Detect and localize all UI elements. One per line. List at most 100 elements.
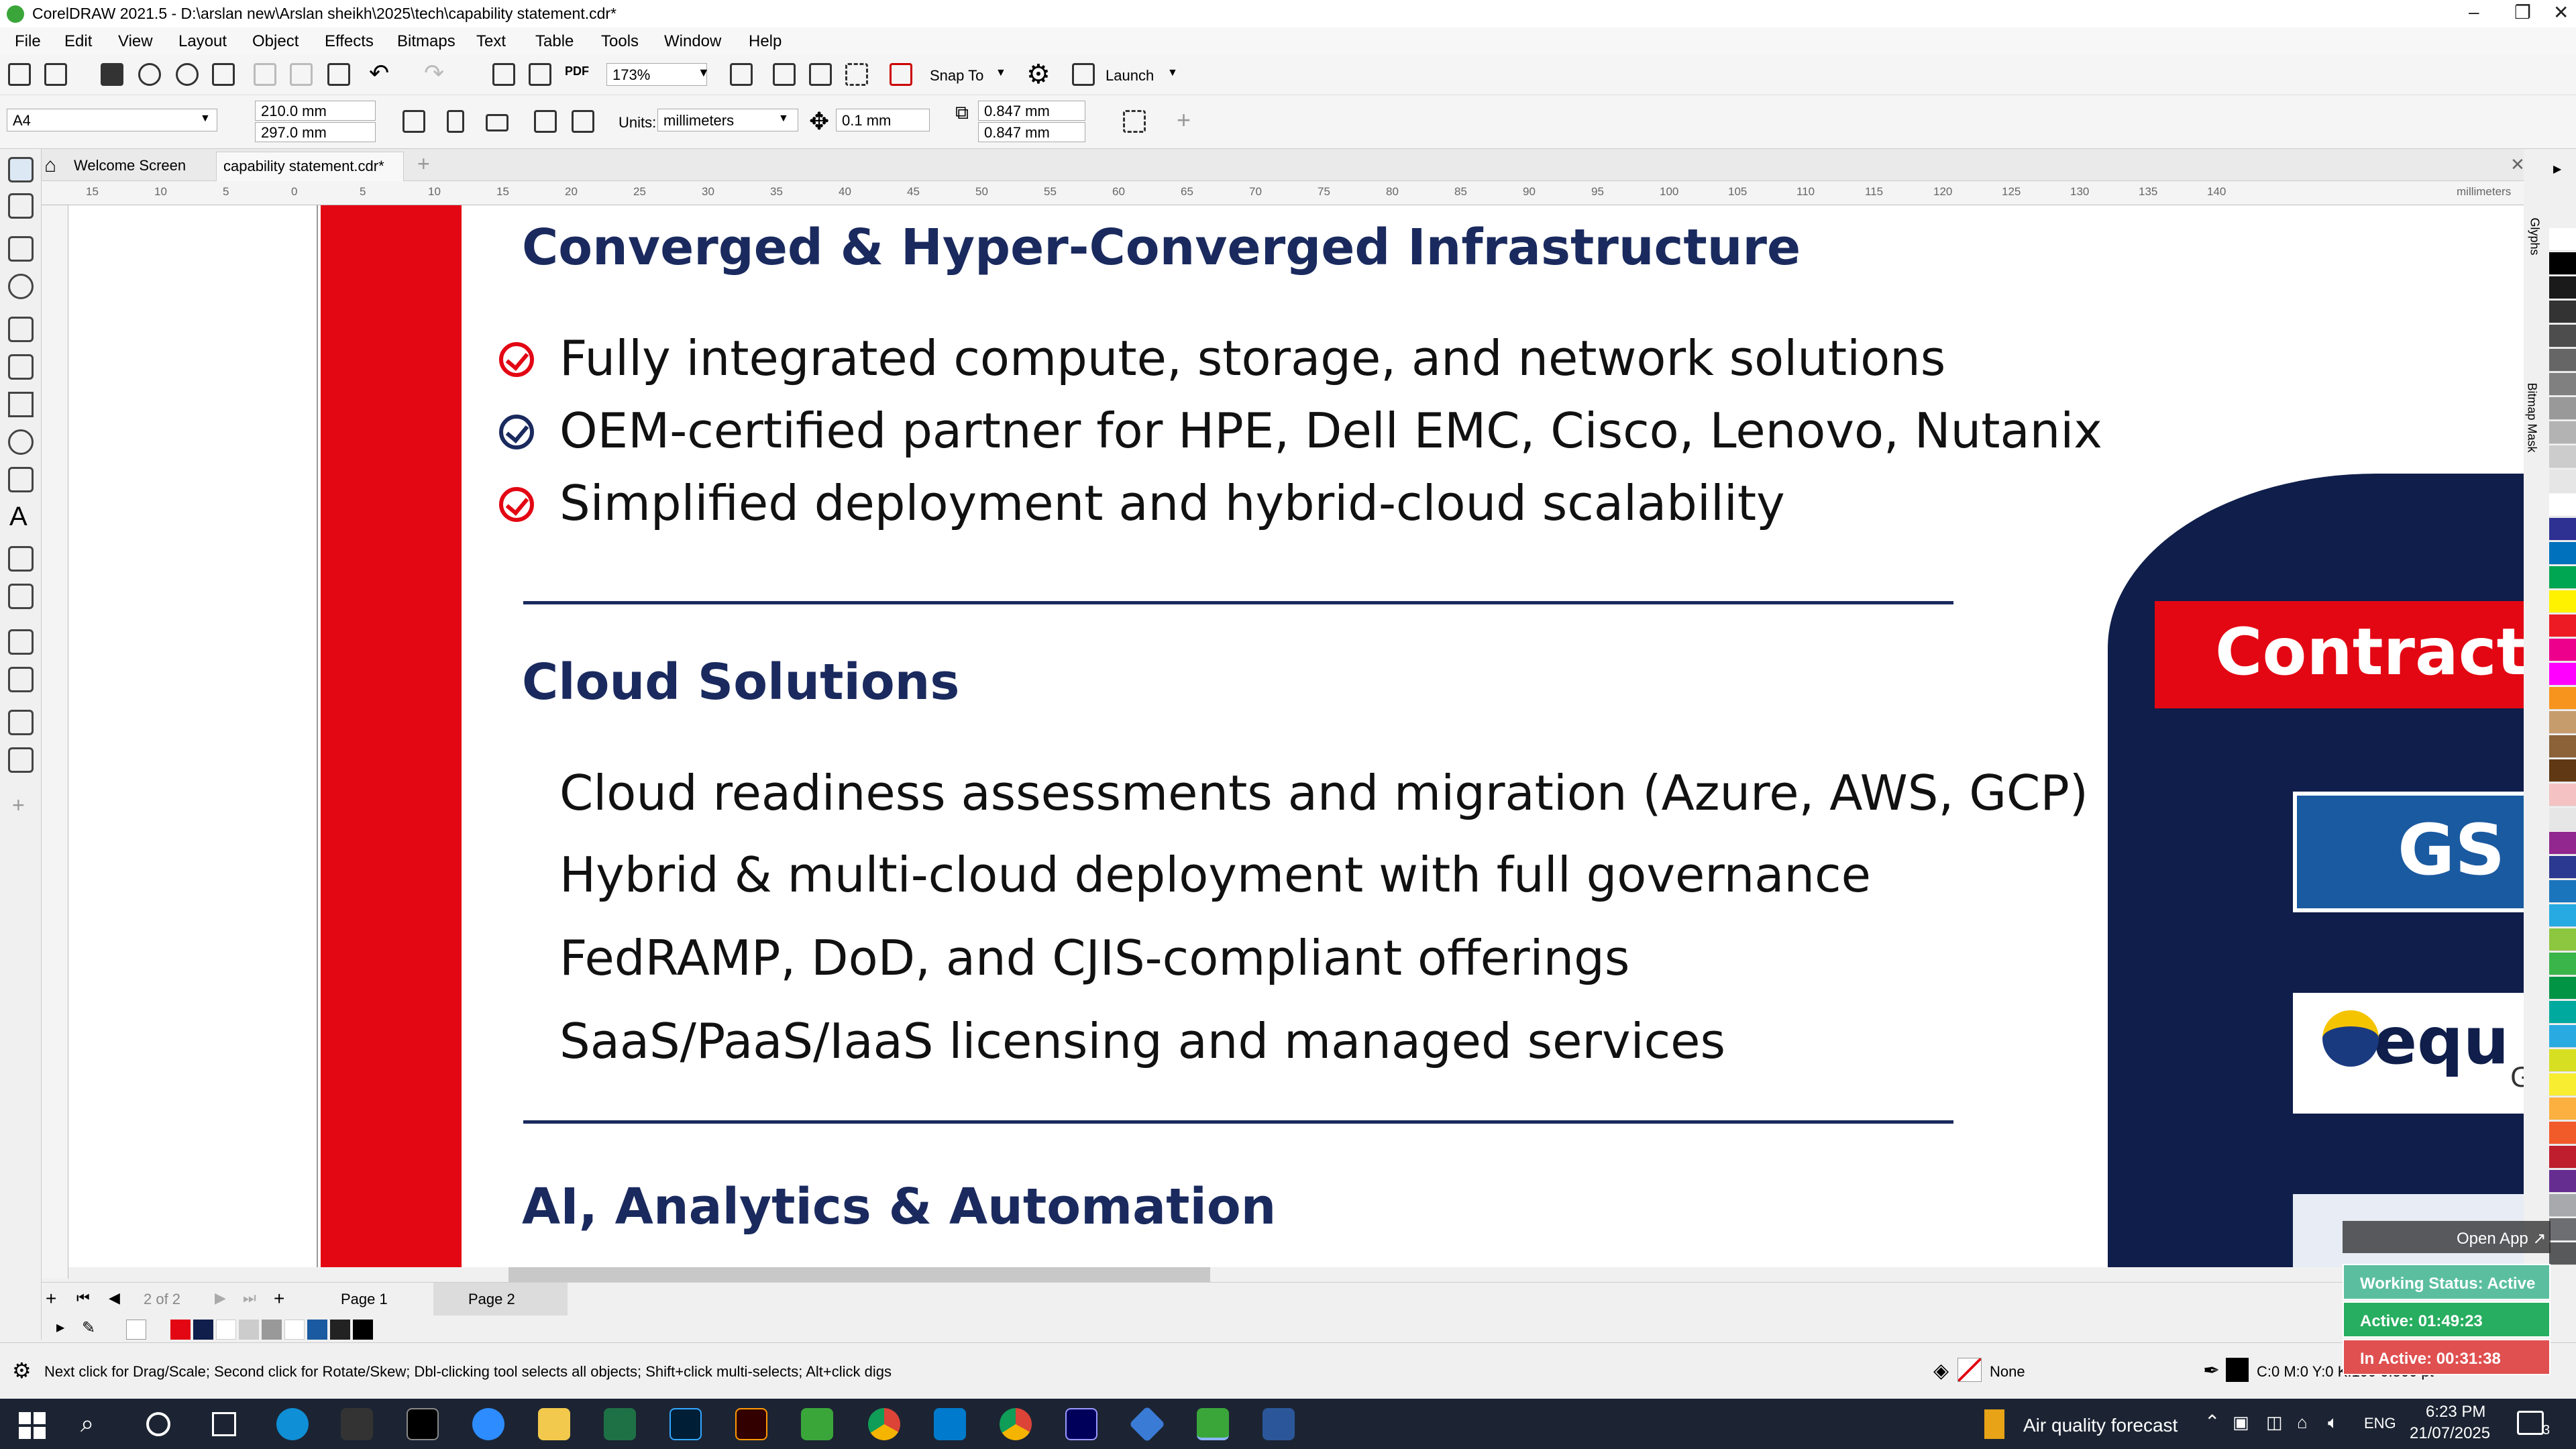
tray-app-icon[interactable]: ▣ — [2233, 1412, 2249, 1433]
gray-swatch[interactable] — [262, 1320, 282, 1340]
bullet-text[interactable]: Cloud readiness assessments and migratio… — [559, 765, 2088, 821]
palette-swatch[interactable] — [2549, 590, 2576, 613]
palette-swatch[interactable] — [2549, 1218, 2576, 1241]
copy-icon[interactable] — [290, 63, 313, 86]
black-swatch[interactable] — [353, 1320, 373, 1340]
section-divider[interactable] — [523, 1120, 1953, 1124]
zoom-level-field[interactable]: 173% — [606, 63, 707, 86]
zoom-app-icon[interactable] — [472, 1408, 504, 1440]
shape-tool-icon[interactable] — [8, 193, 34, 219]
language-indicator[interactable]: ENG — [2364, 1415, 2396, 1432]
palette-swatch[interactable] — [2549, 518, 2576, 541]
blue-swatch[interactable] — [307, 1320, 327, 1340]
palette-swatch[interactable] — [2549, 880, 2576, 903]
cortana-icon[interactable] — [146, 1412, 170, 1436]
palette-swatch[interactable] — [2549, 276, 2576, 299]
zoom-tool-icon[interactable] — [8, 274, 34, 299]
tray-chevron-up-icon[interactable]: ⌃ — [2204, 1411, 2220, 1433]
vertical-ruler[interactable] — [42, 205, 68, 1279]
menu-table[interactable]: Table — [535, 32, 574, 51]
gs-badge[interactable]: GS — [2293, 792, 2524, 912]
palette-swatch[interactable] — [2549, 1170, 2576, 1193]
palette-swatch[interactable] — [2549, 687, 2576, 710]
excel-icon[interactable] — [604, 1408, 636, 1440]
add-tool-icon[interactable]: + — [12, 793, 25, 818]
word-icon[interactable] — [1263, 1408, 1295, 1440]
next-page-icon[interactable]: ▶ — [215, 1289, 226, 1307]
open-app-button[interactable]: Open App ↗ — [2343, 1221, 2551, 1253]
page-size-chevron-icon[interactable]: ▼ — [200, 113, 211, 125]
menu-help[interactable]: Help — [749, 32, 782, 51]
palette-swatch[interactable] — [2549, 397, 2576, 420]
guidelines-icon[interactable] — [845, 63, 868, 86]
snap-chevron-icon[interactable]: ▼ — [996, 67, 1006, 79]
launch-dropdown[interactable]: Launch — [1106, 67, 1154, 85]
coreldraw-active-icon[interactable] — [1197, 1408, 1229, 1440]
white-swatch[interactable] — [216, 1320, 236, 1340]
palette-swatch[interactable] — [2549, 252, 2576, 275]
palette-swatch[interactable] — [2549, 1146, 2576, 1169]
cloud-icon[interactable] — [138, 63, 161, 86]
app-icon[interactable] — [1128, 1405, 1166, 1443]
horizontal-ruler[interactable]: 15 10 5 0 5 10 15 20 25 30 35 40 45 50 55 60 65 70 75 80 85 9… — [42, 181, 2524, 205]
page-tab-1[interactable]: Page 1 — [341, 1291, 388, 1308]
palette-swatch[interactable] — [2549, 614, 2576, 637]
chrome-icon[interactable] — [868, 1408, 900, 1440]
export-pdf-icon[interactable]: PDF — [565, 64, 589, 78]
transparency-tool-icon[interactable] — [8, 667, 34, 692]
premiere-icon[interactable] — [1065, 1408, 1097, 1440]
page-width-field[interactable]: 210.0 mm — [255, 101, 376, 121]
edge-icon[interactable] — [276, 1408, 309, 1440]
rectangle-tool-icon[interactable] — [8, 392, 34, 417]
light-gray-swatch[interactable] — [239, 1320, 259, 1340]
polygon-tool-icon[interactable] — [8, 467, 34, 492]
print-icon[interactable] — [212, 63, 235, 86]
add-icon[interactable]: + — [1177, 106, 1191, 134]
photoshop-icon[interactable] — [669, 1408, 702, 1440]
windows-start-icon[interactable] — [19, 1412, 46, 1439]
eyedropper-icon[interactable]: ✎ — [82, 1318, 95, 1338]
page-height-field[interactable]: 297.0 mm — [255, 122, 376, 142]
volume-icon[interactable]: 🔈︎ — [2328, 1412, 2339, 1434]
weather-icon[interactable] — [1984, 1409, 2004, 1439]
outline-color-swatch[interactable] — [2226, 1358, 2249, 1382]
palette-swatch[interactable] — [2549, 1049, 2576, 1072]
crop-tool-icon[interactable] — [8, 236, 34, 262]
cut-icon[interactable] — [254, 63, 276, 86]
first-page-icon[interactable]: ⏮ — [76, 1289, 90, 1307]
eyedropper-tool-icon[interactable] — [8, 710, 34, 735]
white-swatch-2[interactable] — [284, 1320, 305, 1340]
dark-swatch[interactable] — [330, 1320, 350, 1340]
pen-tool-app-icon[interactable] — [341, 1408, 373, 1440]
drawing-canvas[interactable]: Converged & Hyper-Converged Infrastructu… — [68, 205, 2524, 1267]
page-size-lock-icon[interactable] — [402, 110, 425, 133]
section-heading-ai[interactable]: AI, Analytics & Automation — [522, 1178, 1276, 1236]
palette-swatch[interactable] — [2549, 349, 2576, 372]
palette-swatch[interactable] — [2549, 784, 2576, 806]
units-select[interactable]: millimeters — [657, 109, 798, 131]
outline-pen-icon[interactable]: ✒ — [2203, 1359, 2220, 1383]
horizontal-scrollbar-thumb[interactable] — [508, 1267, 1210, 1282]
nudge-distance-field[interactable]: 0.1 mm — [836, 109, 930, 131]
landscape-icon[interactable] — [486, 114, 508, 131]
connector-tool-icon[interactable] — [8, 584, 34, 609]
fill-indicator-icon[interactable]: ◈ — [1933, 1359, 1949, 1383]
weather-text[interactable]: Air quality forecast — [2023, 1415, 2178, 1436]
page-tab-2[interactable]: Page 2 — [433, 1283, 568, 1316]
duplicate-y-field[interactable]: 0.847 mm — [978, 122, 1085, 142]
notification-icon[interactable] — [2517, 1411, 2544, 1435]
palette-swatch[interactable] — [2549, 301, 2576, 323]
bullet-text[interactable]: OEM-certified partner for HPE, Dell EMC,… — [559, 402, 2102, 459]
text-tool-icon[interactable]: A — [9, 502, 28, 532]
save-icon[interactable] — [101, 63, 123, 86]
clock-time[interactable]: 6:23 PM — [2426, 1403, 2485, 1421]
palette-swatch[interactable] — [2549, 445, 2576, 468]
close-tab-icon[interactable]: ✕ — [2510, 154, 2525, 175]
fill-none-swatch[interactable] — [1957, 1358, 1982, 1382]
no-color-swatch[interactable] — [126, 1320, 146, 1340]
clock-date[interactable]: 21/07/2025 — [2410, 1424, 2490, 1443]
palette-swatch[interactable] — [2549, 1242, 2576, 1265]
palette-swatch[interactable] — [2549, 953, 2576, 975]
palette-swatch[interactable] — [2549, 228, 2576, 251]
navy-swatch[interactable] — [193, 1320, 213, 1340]
